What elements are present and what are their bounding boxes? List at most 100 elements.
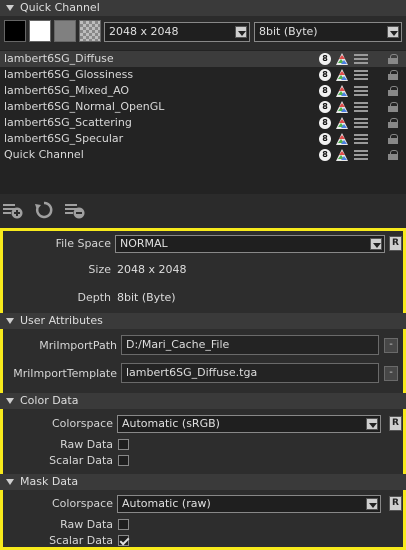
menu-bars-icon[interactable] — [354, 118, 368, 128]
mari-channel-icon — [336, 53, 348, 65]
mask-colorspace-dropdown[interactable]: Automatic (raw) — [117, 495, 381, 513]
file-space-reset-button[interactable]: R — [389, 236, 402, 251]
file-space-dropdown[interactable]: NORMAL — [115, 235, 385, 253]
quick-channel-header[interactable]: Quick Channel — [0, 0, 406, 16]
quick-channel-title: Quick Channel — [20, 1, 100, 14]
bit-depth-badge: 8 — [319, 149, 331, 161]
chevron-down-icon[interactable] — [235, 26, 247, 38]
menu-bars-icon[interactable] — [354, 134, 368, 144]
collapse-triangle-icon[interactable] — [6, 479, 14, 485]
mask-data-title: Mask Data — [20, 475, 79, 488]
menu-bars-icon[interactable] — [354, 150, 368, 160]
gray-swatch[interactable] — [54, 20, 76, 42]
mask-colorspace-label: Colorspace — [52, 497, 113, 510]
lock-icon[interactable] — [388, 150, 398, 160]
import-path-clear-button[interactable]: - — [384, 338, 398, 353]
depth-dropdown[interactable]: 8bit (Byte) — [254, 22, 402, 42]
channel-row-normal-opengl[interactable]: lambert6SG_Normal_OpenGL 8 — [0, 99, 406, 115]
lock-icon[interactable] — [388, 86, 398, 96]
collapse-triangle-icon[interactable] — [6, 398, 14, 404]
color-raw-data-checkbox[interactable] — [118, 439, 129, 450]
refresh-icon[interactable] — [33, 200, 55, 220]
channel-name: Quick Channel — [4, 148, 84, 161]
transparent-swatch[interactable] — [79, 20, 101, 42]
depth-dropdown-value: 8bit (Byte) — [259, 25, 318, 38]
remove-channel-icon[interactable] — [64, 200, 86, 220]
size-value: 2048 x 2048 — [117, 263, 187, 276]
user-attributes-header[interactable]: User Attributes — [0, 313, 406, 329]
chevron-down-icon[interactable] — [387, 26, 399, 38]
file-space-value: NORMAL — [120, 237, 168, 250]
channel-name: lambert6SG_Scattering — [4, 116, 132, 129]
mask-scalar-data-checkbox[interactable] — [118, 535, 129, 546]
channel-row-scattering[interactable]: lambert6SG_Scattering 8 — [0, 115, 406, 131]
depth-label: Depth — [77, 291, 111, 304]
import-path-label: MriImportPath — [39, 339, 117, 352]
size-label: Size — [88, 263, 111, 276]
file-space-label: File Space — [55, 237, 111, 250]
chevron-down-icon[interactable] — [366, 498, 378, 510]
color-data-header[interactable]: Color Data — [0, 393, 406, 409]
channel-name: lambert6SG_Specular — [4, 132, 124, 145]
channel-properties-panel: File Space NORMAL R Size 2048 x 2048 Dep… — [0, 228, 406, 550]
depth-value: 8bit (Byte) — [117, 291, 176, 304]
mask-raw-data-checkbox[interactable] — [118, 519, 129, 530]
mari-channel-icon — [336, 117, 348, 129]
collapse-triangle-icon[interactable] — [6, 5, 14, 11]
color-data-title: Color Data — [20, 394, 79, 407]
import-template-label: MriImportTemplate — [13, 367, 117, 380]
channel-row-quick-channel[interactable]: Quick Channel 8 — [0, 147, 406, 163]
white-swatch[interactable] — [29, 20, 51, 42]
lock-icon[interactable] — [388, 70, 398, 80]
bit-depth-badge: 8 — [319, 85, 331, 97]
mask-colorspace-value: Automatic (raw) — [122, 497, 211, 510]
bit-depth-badge: 8 — [319, 117, 331, 129]
lock-icon[interactable] — [388, 134, 398, 144]
color-scalar-data-checkbox[interactable] — [118, 455, 129, 466]
channel-row-diffuse[interactable]: lambert6SG_Diffuse 8 — [0, 51, 406, 67]
mask-scalar-data-label: Scalar Data — [49, 534, 113, 547]
collapse-triangle-icon[interactable] — [6, 318, 14, 324]
chevron-down-icon[interactable] — [366, 418, 378, 430]
black-swatch[interactable] — [4, 20, 26, 42]
add-channel-icon[interactable] — [2, 200, 24, 220]
mari-channel-icon — [336, 101, 348, 113]
user-attributes-title: User Attributes — [20, 314, 103, 327]
channel-name: lambert6SG_Normal_OpenGL — [4, 100, 165, 113]
mari-channel-icon — [336, 133, 348, 145]
bit-depth-badge: 8 — [319, 133, 331, 145]
import-path-field[interactable]: D:/Mari_Cache_File — [121, 335, 379, 355]
mari-channel-icon — [336, 149, 348, 161]
channel-row-specular[interactable]: lambert6SG_Specular 8 — [0, 131, 406, 147]
menu-bars-icon[interactable] — [354, 70, 368, 80]
menu-bars-icon[interactable] — [354, 54, 368, 64]
channel-name: lambert6SG_Diffuse — [4, 52, 114, 65]
bit-depth-badge: 8 — [319, 53, 331, 65]
channel-row-glossiness[interactable]: lambert6SG_Glossiness 8 — [0, 67, 406, 83]
import-template-clear-button[interactable]: - — [384, 366, 398, 381]
size-dropdown-value: 2048 x 2048 — [109, 25, 179, 38]
import-template-field[interactable]: lambert6SG_Diffuse.tga — [121, 363, 379, 383]
color-colorspace-label: Colorspace — [52, 417, 113, 430]
bit-depth-badge: 8 — [319, 69, 331, 81]
color-colorspace-dropdown[interactable]: Automatic (sRGB) — [117, 415, 381, 433]
channel-list[interactable]: lambert6SG_Diffuse 8 lambert6SG_Glossine… — [0, 50, 406, 194]
mari-channel-icon — [336, 69, 348, 81]
mask-colorspace-reset-button[interactable]: R — [389, 496, 402, 511]
mask-data-header[interactable]: Mask Data — [0, 474, 406, 490]
chevron-down-icon[interactable] — [370, 238, 382, 250]
color-colorspace-reset-button[interactable]: R — [389, 416, 402, 431]
lock-icon[interactable] — [388, 102, 398, 112]
size-dropdown[interactable]: 2048 x 2048 — [104, 22, 250, 42]
color-scalar-data-label: Scalar Data — [49, 454, 113, 467]
channel-name: lambert6SG_Mixed_AO — [4, 84, 130, 97]
lock-icon[interactable] — [388, 118, 398, 128]
color-colorspace-value: Automatic (sRGB) — [122, 417, 220, 430]
mari-channel-icon — [336, 85, 348, 97]
channel-name: lambert6SG_Glossiness — [4, 68, 134, 81]
lock-icon[interactable] — [388, 54, 398, 64]
menu-bars-icon[interactable] — [354, 86, 368, 96]
menu-bars-icon[interactable] — [354, 102, 368, 112]
channel-row-mixed-ao[interactable]: lambert6SG_Mixed_AO 8 — [0, 83, 406, 99]
bit-depth-badge: 8 — [319, 101, 331, 113]
